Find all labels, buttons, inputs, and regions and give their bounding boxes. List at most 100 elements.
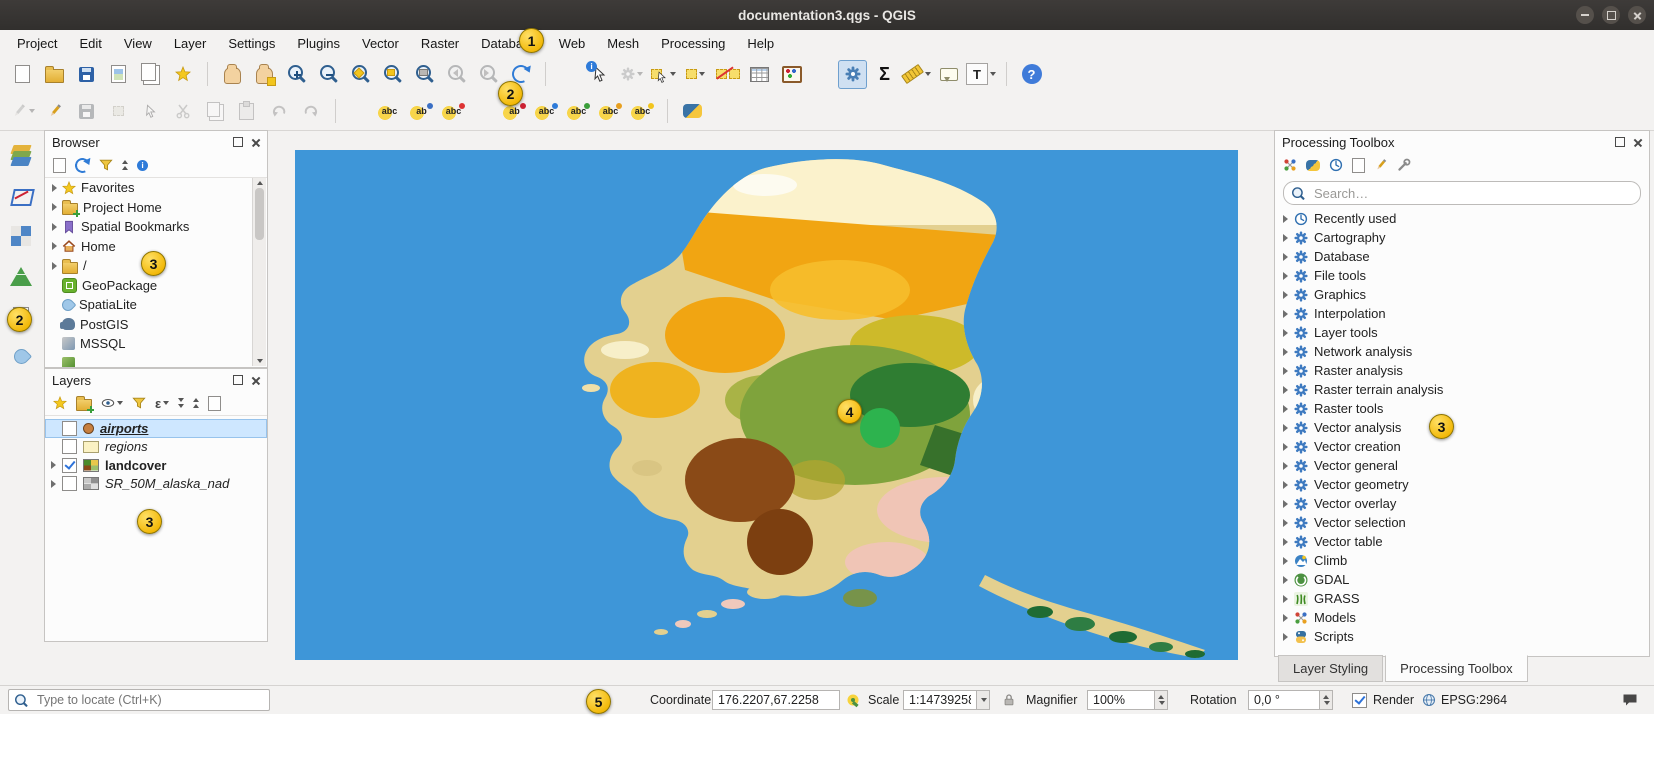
expand-arrow-icon[interactable]	[1283, 557, 1288, 565]
browser-refresh-button[interactable]	[75, 158, 90, 173]
float-panel-icon[interactable]	[233, 375, 243, 385]
browser-item-favorites[interactable]: Favorites	[45, 178, 267, 198]
measure-button[interactable]	[902, 60, 931, 89]
layout-manager-button[interactable]	[136, 60, 165, 89]
filter-legend-button[interactable]	[132, 396, 146, 410]
magnifier-input[interactable]	[1087, 690, 1155, 710]
scripts-menu-button[interactable]	[1306, 160, 1320, 171]
expand-arrow-icon[interactable]	[1283, 329, 1288, 337]
expand-arrow-icon[interactable]	[1283, 405, 1288, 413]
processing-group-interpolation[interactable]: Interpolation	[1275, 304, 1649, 323]
processing-group-vector-table[interactable]: Vector table	[1275, 532, 1649, 551]
scroll-up-icon[interactable]	[257, 181, 263, 185]
help-button[interactable]: ?	[1017, 60, 1046, 89]
layer-row-regions[interactable]: regions	[45, 438, 267, 457]
scrollbar-thumb[interactable]	[255, 188, 264, 240]
processing-group-vector-creation[interactable]: Vector creation	[1275, 437, 1649, 456]
messages-button[interactable]	[1622, 686, 1638, 714]
open-attribute-table-button[interactable]	[745, 60, 774, 89]
field-calculator-button[interactable]	[777, 60, 806, 89]
expand-arrow-icon[interactable]	[1283, 614, 1288, 622]
zoom-next-button[interactable]	[474, 60, 503, 89]
edit-in-place-button[interactable]	[1374, 158, 1388, 172]
expand-arrow-icon[interactable]	[1283, 519, 1288, 527]
tab-layer-styling[interactable]: Layer Styling	[1278, 655, 1383, 682]
expand-all-button[interactable]	[178, 398, 184, 408]
scale-combo[interactable]	[903, 686, 990, 714]
expand-arrow-icon[interactable]	[1283, 348, 1288, 356]
expand-arrow-icon[interactable]	[1283, 272, 1288, 280]
rotation-spin-buttons[interactable]	[1320, 690, 1333, 710]
expand-arrow-icon[interactable]	[52, 242, 57, 250]
add-feature-button[interactable]	[104, 97, 133, 126]
render-checkbox[interactable]	[1352, 693, 1367, 708]
float-panel-icon[interactable]	[1615, 137, 1625, 147]
add-group-button[interactable]	[76, 395, 92, 411]
expand-arrow-icon[interactable]	[51, 461, 56, 469]
float-panel-icon[interactable]	[233, 137, 243, 147]
expand-arrow-icon[interactable]	[1283, 310, 1288, 318]
menu-layer[interactable]: Layer	[163, 30, 218, 56]
menu-raster[interactable]: Raster	[410, 30, 470, 56]
crs-status[interactable]: EPSG:2964	[1422, 686, 1507, 714]
processing-group-vector-geometry[interactable]: Vector geometry	[1275, 475, 1649, 494]
processing-search-input[interactable]	[1312, 185, 1632, 202]
expand-arrow-icon[interactable]	[1283, 538, 1288, 546]
deselect-features-button[interactable]	[713, 60, 742, 89]
select-features-button[interactable]	[649, 60, 678, 89]
models-menu-button[interactable]	[1283, 158, 1297, 172]
layer-diagram-button[interactable]: ab	[407, 97, 436, 126]
zoom-in-button[interactable]	[282, 60, 311, 89]
zoom-out-button[interactable]	[314, 60, 343, 89]
new-print-layout-button[interactable]	[104, 60, 133, 89]
processing-provider-scripts[interactable]: Scripts	[1275, 627, 1649, 646]
lock-scale-button[interactable]	[1002, 686, 1016, 714]
processing-group-vector-selection[interactable]: Vector selection	[1275, 513, 1649, 532]
expand-arrow-icon[interactable]	[1283, 234, 1288, 242]
layer-row-airports[interactable]: airports	[45, 419, 267, 438]
processing-group-layer-tools[interactable]: Layer tools	[1275, 323, 1649, 342]
collapse-all-button[interactable]	[122, 160, 128, 170]
expand-arrow-icon[interactable]	[52, 262, 57, 270]
expand-arrow-icon[interactable]	[1283, 424, 1288, 432]
show-hide-labels-button[interactable]: abc	[564, 97, 593, 126]
close-panel-icon[interactable]	[1633, 138, 1642, 147]
expand-arrow-icon[interactable]	[52, 223, 57, 231]
highlight-labels-button[interactable]: abc	[532, 97, 561, 126]
processing-provider-gdal[interactable]: GDAL	[1275, 570, 1649, 589]
layer-row-landcover[interactable]: landcover	[45, 456, 267, 475]
browser-filter-button[interactable]	[99, 158, 113, 172]
processing-group-recently-used[interactable]: Recently used	[1275, 209, 1649, 228]
filter-by-expression-button[interactable]: ε	[155, 397, 169, 410]
properties-widget-button[interactable]: i	[137, 160, 148, 171]
expand-arrow-icon[interactable]	[1283, 215, 1288, 223]
expand-arrow-icon[interactable]	[1283, 462, 1288, 470]
menu-help[interactable]: Help	[736, 30, 785, 56]
data-source-manager-button[interactable]	[6, 141, 36, 171]
remove-layer-button[interactable]	[208, 396, 221, 411]
magnifier-spinbox[interactable]	[1087, 686, 1168, 714]
style-manager-button[interactable]	[168, 60, 197, 89]
save-layer-edits-button[interactable]	[72, 97, 101, 126]
processing-group-raster-analysis[interactable]: Raster analysis	[1275, 361, 1649, 380]
add-vector-layer-button[interactable]	[6, 181, 36, 211]
scroll-down-icon[interactable]	[257, 359, 263, 363]
close-panel-icon[interactable]	[251, 138, 260, 147]
toggle-editing-button[interactable]	[40, 97, 69, 126]
collapse-all-button[interactable]	[193, 398, 199, 408]
move-label-button[interactable]: abc	[596, 97, 625, 126]
processing-group-database[interactable]: Database	[1275, 247, 1649, 266]
expand-arrow-icon[interactable]	[1283, 576, 1288, 584]
processing-options-button[interactable]	[1397, 158, 1411, 172]
results-viewer-button[interactable]	[1352, 158, 1365, 173]
paste-features-button[interactable]	[232, 97, 261, 126]
coordinate-input[interactable]	[712, 690, 840, 710]
menu-mesh[interactable]: Mesh	[596, 30, 650, 56]
layer-checkbox[interactable]	[62, 421, 77, 436]
locate-box[interactable]	[8, 686, 270, 714]
layer-row-sr-alaska[interactable]: SR_50M_alaska_nad	[45, 475, 267, 494]
rotation-input[interactable]	[1248, 690, 1320, 710]
expand-arrow-icon[interactable]	[1283, 291, 1288, 299]
copy-features-button[interactable]	[200, 97, 229, 126]
menu-project[interactable]: Project	[6, 30, 68, 56]
